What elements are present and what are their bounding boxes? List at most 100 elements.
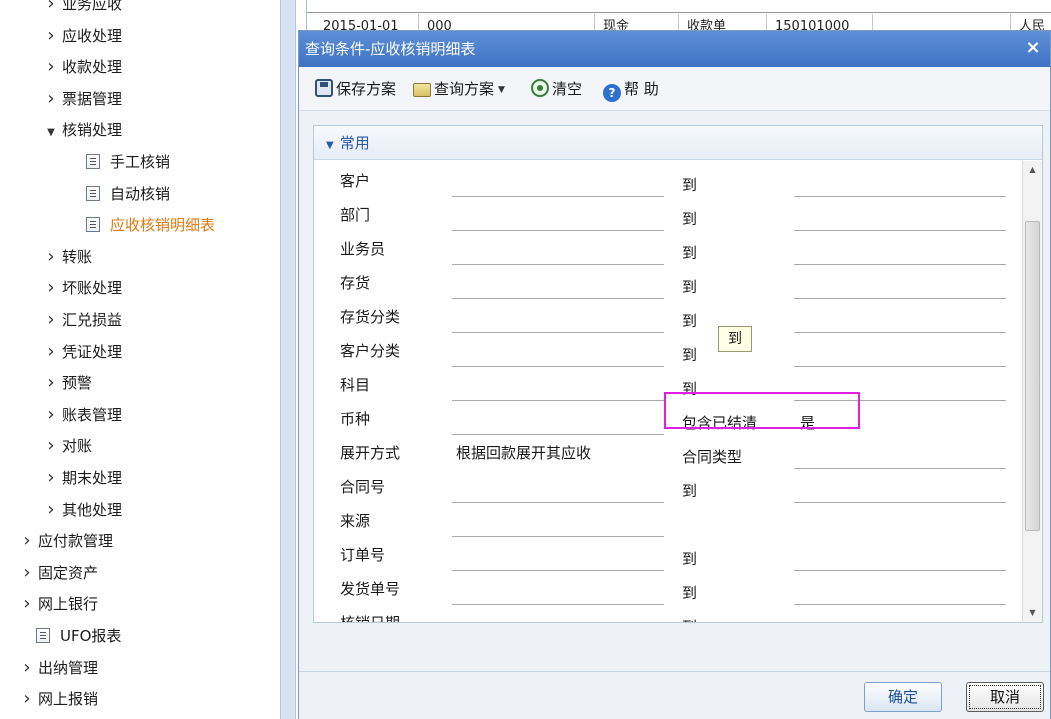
condition-from-input[interactable] bbox=[452, 203, 664, 231]
condition-from-input[interactable] bbox=[452, 577, 664, 605]
condition-to-input[interactable] bbox=[794, 169, 1006, 197]
condition-from-input[interactable] bbox=[452, 373, 664, 401]
sidebar-item[interactable]: › 其他处理 bbox=[40, 496, 122, 524]
chevron-down-icon[interactable]: ▼ bbox=[40, 119, 62, 147]
help-button[interactable]: ? 帮 助 bbox=[603, 78, 659, 102]
sidebar-item-label: 出纳管理 bbox=[38, 658, 99, 677]
sidebar-item[interactable]: › 账表管理 bbox=[40, 401, 122, 429]
scroll-up-arrow-icon[interactable]: ▲ bbox=[1023, 161, 1042, 179]
chevron-right-icon[interactable]: › bbox=[16, 559, 38, 587]
sidebar-item[interactable]: › 网上银行 bbox=[16, 590, 98, 618]
condition-value[interactable]: 是 bbox=[796, 411, 1008, 439]
condition-to-input[interactable] bbox=[794, 203, 1006, 231]
dialog-title: 查询条件-应收核销明细表 bbox=[305, 40, 476, 58]
chevron-right-icon[interactable]: › bbox=[40, 306, 62, 334]
condition-label: 订单号 bbox=[340, 546, 386, 564]
chevron-right-icon[interactable]: › bbox=[40, 369, 62, 397]
condition-to-input[interactable] bbox=[794, 441, 1006, 469]
sidebar-item[interactable]: › 网上报销 bbox=[16, 685, 98, 713]
chevron-right-icon[interactable]: › bbox=[16, 685, 38, 713]
sidebar-item[interactable]: 应收核销明细表 bbox=[86, 211, 215, 239]
dialog-toolbar: 保存方案 查询方案 ▼ 清空 ? 帮 助 bbox=[299, 67, 1050, 111]
sidebar-item[interactable]: › 固定资产 bbox=[16, 559, 98, 587]
condition-from-input[interactable] bbox=[452, 611, 664, 622]
query-scheme-button[interactable]: 查询方案 ▼ bbox=[413, 78, 505, 100]
sidebar-item[interactable]: › 出纳管理 bbox=[16, 654, 98, 682]
panel-header-common[interactable]: ▼ 常用 bbox=[314, 126, 1042, 160]
vertical-scrollbar[interactable]: ▲ ▼ bbox=[1022, 161, 1042, 622]
condition-to-input[interactable] bbox=[794, 475, 1006, 503]
condition-to-input[interactable] bbox=[794, 339, 1006, 367]
sidebar-item[interactable]: › 票据管理 bbox=[40, 85, 122, 113]
sidebar-item[interactable]: › 收款处理 bbox=[40, 53, 122, 81]
range-to-label: 到 bbox=[682, 615, 697, 622]
condition-label: 发货单号 bbox=[340, 580, 401, 598]
sidebar-item[interactable]: UFO报表 bbox=[36, 622, 121, 650]
chevron-right-icon[interactable]: › bbox=[40, 432, 62, 460]
close-icon[interactable]: × bbox=[1022, 37, 1044, 59]
ok-button[interactable]: 确定 bbox=[864, 682, 942, 712]
sidebar-item[interactable]: 手工核销 bbox=[86, 148, 170, 176]
condition-to-input[interactable] bbox=[794, 577, 1006, 605]
sidebar-item[interactable]: › 应收处理 bbox=[40, 22, 122, 50]
dialog-footer: 确定 取消 bbox=[299, 671, 1050, 719]
chevron-right-icon[interactable]: › bbox=[16, 527, 38, 555]
chevron-right-icon[interactable]: › bbox=[40, 53, 62, 81]
sidebar-item[interactable]: › 坏账处理 bbox=[40, 274, 122, 302]
condition-from-input[interactable] bbox=[452, 543, 664, 571]
condition-from-input[interactable] bbox=[452, 407, 664, 435]
condition-to-input[interactable] bbox=[794, 271, 1006, 299]
chevron-right-icon[interactable]: › bbox=[40, 85, 62, 113]
sidebar-item-label: 应收核销明细表 bbox=[110, 216, 216, 235]
chevron-right-icon[interactable]: › bbox=[40, 22, 62, 50]
condition-to-input[interactable] bbox=[794, 373, 1006, 401]
sidebar-item[interactable]: › 期末处理 bbox=[40, 464, 122, 492]
chevron-right-icon[interactable]: › bbox=[16, 654, 38, 682]
sidebar-splitter[interactable] bbox=[280, 0, 296, 719]
sidebar-item-label: 转账 bbox=[62, 247, 93, 266]
chevron-right-icon[interactable]: › bbox=[16, 590, 38, 618]
condition-from-input[interactable]: 根据回款展开其应收 bbox=[452, 441, 664, 469]
sidebar-item[interactable]: › 凭证处理 bbox=[40, 338, 122, 366]
scroll-down-arrow-icon[interactable]: ▼ bbox=[1023, 604, 1042, 622]
condition-to-input[interactable] bbox=[794, 305, 1006, 333]
sidebar-item-label: 自动核销 bbox=[110, 184, 171, 203]
condition-from-input[interactable] bbox=[452, 237, 664, 265]
chevron-right-icon[interactable]: › bbox=[40, 401, 62, 429]
condition-row: 订单号 到 bbox=[314, 543, 1022, 577]
sidebar-item[interactable]: › 对账 bbox=[40, 432, 92, 460]
sidebar-item-label: 凭证处理 bbox=[62, 342, 123, 361]
scroll-thumb[interactable] bbox=[1025, 221, 1040, 531]
sidebar-item[interactable]: › 业务应收 bbox=[40, 0, 122, 18]
condition-from-input[interactable] bbox=[452, 169, 664, 197]
chevron-right-icon[interactable]: › bbox=[40, 0, 62, 18]
chevron-right-icon[interactable]: › bbox=[40, 243, 62, 271]
chevron-right-icon[interactable]: › bbox=[40, 464, 62, 492]
chevron-right-icon[interactable]: › bbox=[40, 496, 62, 524]
condition-from-input[interactable] bbox=[452, 509, 664, 537]
condition-row: 科目 到 bbox=[314, 373, 1022, 407]
condition-from-input[interactable] bbox=[452, 339, 664, 367]
condition-to-input[interactable] bbox=[794, 237, 1006, 265]
dialog-titlebar[interactable]: 查询条件-应收核销明细表 × bbox=[299, 31, 1050, 67]
sidebar-item[interactable]: 自动核销 bbox=[86, 180, 170, 208]
sidebar-item[interactable]: › 应付款管理 bbox=[16, 527, 113, 555]
sidebar-item[interactable]: › 汇兑损益 bbox=[40, 306, 122, 334]
condition-row: 来源 bbox=[314, 509, 1022, 543]
sidebar-item[interactable]: › 预警 bbox=[40, 369, 92, 397]
clear-button[interactable]: 清空 bbox=[531, 78, 582, 100]
condition-from-input[interactable] bbox=[452, 475, 664, 503]
condition-row: 展开方式 根据回款展开其应收 合同类型 bbox=[314, 441, 1022, 475]
sidebar-item[interactable]: › 转账 bbox=[40, 243, 92, 271]
condition-row: 存货分类 到 bbox=[314, 305, 1022, 339]
chevron-right-icon[interactable]: › bbox=[40, 274, 62, 302]
condition-to-input[interactable] bbox=[794, 611, 1006, 622]
sidebar-item[interactable]: ▼ 核销处理 bbox=[40, 116, 122, 144]
chevron-right-icon[interactable]: › bbox=[40, 338, 62, 366]
save-scheme-button[interactable]: 保存方案 bbox=[315, 78, 396, 100]
cancel-button[interactable]: 取消 bbox=[966, 682, 1044, 712]
sidebar-item-label: 收款处理 bbox=[62, 58, 123, 77]
condition-from-input[interactable] bbox=[452, 271, 664, 299]
condition-to-input[interactable] bbox=[794, 543, 1006, 571]
condition-from-input[interactable] bbox=[452, 305, 664, 333]
